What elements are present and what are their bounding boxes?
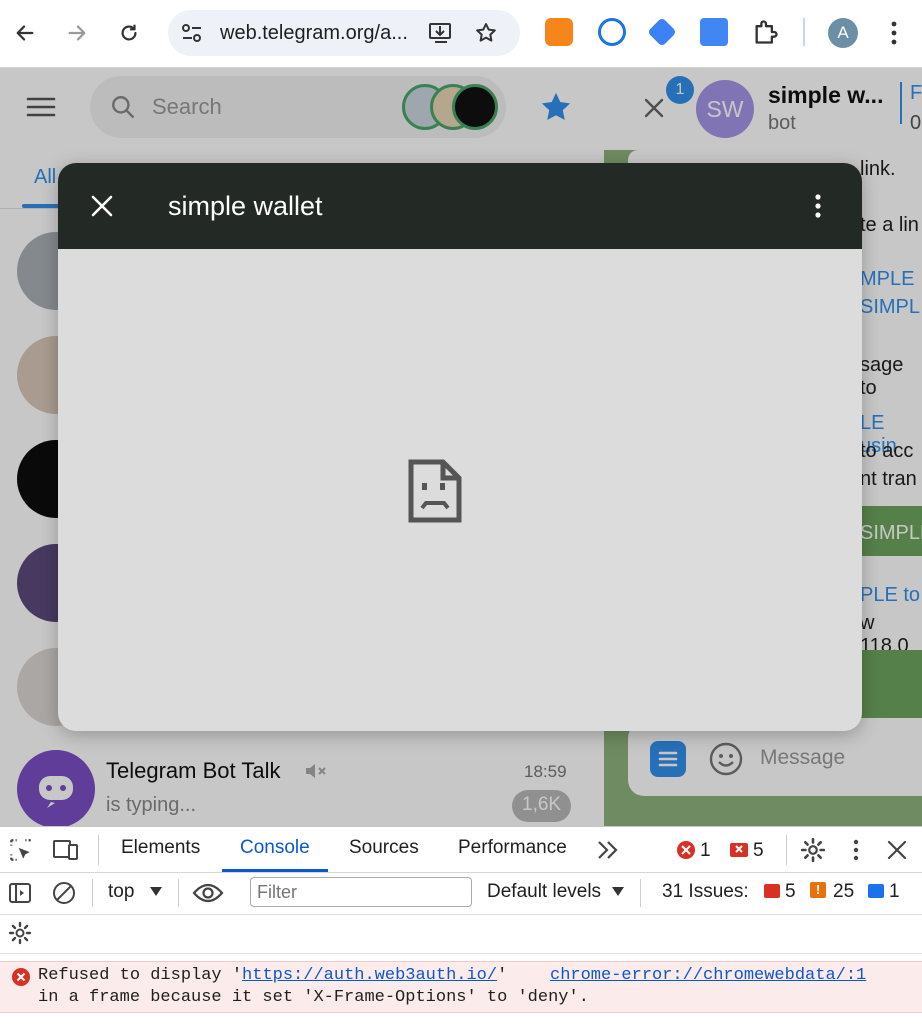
browser-toolbar: web.telegram.org/a... A [0,0,922,68]
tab-elements[interactable]: Elements [121,837,200,859]
close-devtools-icon[interactable] [886,839,908,861]
profile-avatar[interactable]: A [828,18,858,48]
devtools-menu-icon[interactable] [848,837,864,863]
sidebar-toggle-icon[interactable] [8,881,32,905]
sad-page-icon [408,459,462,523]
issues-error-count[interactable]: 5 [785,881,796,903]
dropdown-triangle-icon[interactable] [150,887,162,897]
issue-icon [730,843,748,857]
issue-warning-icon: ! [810,882,826,898]
issues-label[interactable]: 31 Issues: [662,881,749,903]
error-url-link[interactable]: https://auth.web3auth.io/ [242,966,497,985]
issue-info-icon [868,884,884,898]
url-text[interactable]: web.telegram.org/a... [220,22,408,45]
password-extension-icon[interactable] [598,18,626,46]
issues-warning-count[interactable]: 25 [833,881,854,903]
log-levels-dropdown[interactable]: Default levels [487,881,601,903]
translate-extension-icon[interactable] [700,18,728,46]
error-icon [677,841,695,859]
modal-title: simple wallet [168,191,323,221]
error-line-2: in a frame because it set 'X-Frame-Optio… [38,988,589,1007]
site-settings-icon[interactable] [180,22,204,44]
install-app-icon[interactable] [428,21,454,45]
profile-initial: A [837,23,849,42]
tab-performance[interactable]: Performance [458,837,567,859]
divider [92,879,93,907]
divider [98,835,99,865]
tag-extension-icon[interactable] [647,17,677,47]
divider [640,879,641,907]
error-prefix: Refused to display ' [38,966,243,985]
reload-icon[interactable] [110,14,148,52]
console-error-message[interactable]: Refused to display 'https://auth.web3aut… [0,961,922,1013]
back-arrow-icon[interactable] [6,14,44,52]
error-source-link[interactable]: chrome-error://chromewebdata/:1 [550,966,866,985]
live-expression-eye-icon[interactable] [192,881,224,905]
divider [178,879,179,907]
divider [0,953,922,954]
issue-error-icon [764,884,780,898]
error-suffix: ' [497,966,508,985]
webapp-modal: simple wallet [58,163,862,731]
tab-console[interactable]: Console [240,837,310,859]
close-icon[interactable] [90,194,114,218]
toolbar-divider [803,18,805,46]
error-count[interactable]: 1 [700,840,711,862]
tab-sources[interactable]: Sources [349,837,419,859]
console-filter-input[interactable] [250,877,472,907]
issues-info-count[interactable]: 1 [889,881,900,903]
metamask-extension-icon[interactable] [545,18,573,46]
more-options-icon[interactable] [810,193,826,219]
address-bar[interactable]: web.telegram.org/a... [168,10,520,56]
browser-menu-icon[interactable] [884,20,904,46]
more-tabs-chevron-icon[interactable] [596,839,620,861]
modal-header: simple wallet [58,163,862,249]
bookmark-star-icon[interactable] [474,21,498,45]
extensions-puzzle-icon[interactable] [752,18,780,46]
devtools-panel: Elements Console Sources Performance 1 5… [0,826,922,1024]
error-line-1: Refused to display 'https://auth.web3aut… [38,966,507,985]
inspect-element-icon[interactable] [8,837,34,863]
divider [786,835,787,865]
forward-arrow-icon[interactable] [58,14,96,52]
settings-gear-icon[interactable] [800,837,826,863]
active-tab-indicator [222,869,328,872]
telegram-web-app: Search All Telegram Bot Talk 18:59 is ty… [0,68,922,826]
device-toolbar-icon[interactable] [52,837,80,863]
context-selector[interactable]: top [108,881,134,903]
clear-console-icon[interactable] [52,881,76,905]
dropdown-triangle-icon[interactable] [612,887,624,897]
error-icon [12,968,30,986]
issue-count[interactable]: 5 [753,840,764,862]
console-settings-gear-icon[interactable] [8,921,32,945]
